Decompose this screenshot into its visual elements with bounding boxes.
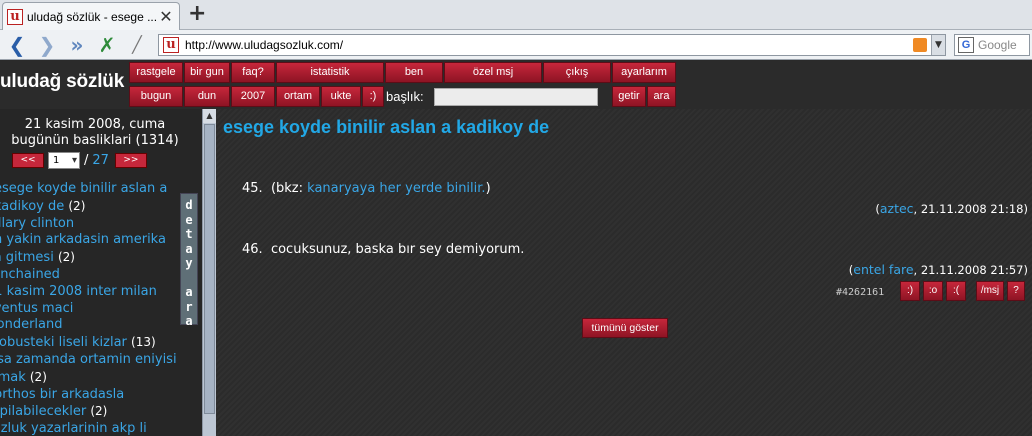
nav-ortam-button[interactable]: ortam (276, 86, 320, 107)
google-icon: G (958, 37, 974, 53)
new-tab-icon[interactable]: + (188, 3, 206, 25)
fast-forward-icon[interactable]: » (66, 34, 88, 56)
bkz-link[interactable]: kanaryaya her yerde binilir. (307, 181, 485, 196)
todays-topics-count: bugünün basliklari (1314) (11, 133, 179, 148)
author-link[interactable]: aztec (880, 201, 914, 216)
entry-46-meta: (entel fare, 21.11.2008 21:57) (848, 262, 1028, 277)
detay-ara-tab[interactable]: d e t a y a r a (180, 193, 198, 328)
topic-list: esege koyde binilir aslan a kadikoy de (… (0, 181, 178, 436)
entry-id[interactable]: #4262161 (836, 287, 884, 298)
address-bar[interactable]: u http://www.uludagsozluk.com/ ▼ (158, 34, 946, 56)
browser-tab[interactable]: u uludağ sözlük - esege ... ✕ (2, 2, 180, 30)
browser-tabbar: u uludağ sözlük - esege ... ✕ + (0, 0, 1032, 30)
scroll-up-icon[interactable]: ▲ (203, 109, 216, 123)
topic-item[interactable]: kisa zamanda ortamin eniyisi (0, 352, 178, 369)
topic-item[interactable]: juventus maci (0, 301, 178, 318)
show-all-button[interactable]: tümünü göster (582, 318, 668, 338)
scroll-thumb[interactable] (204, 124, 215, 414)
baslik-label: başlık: (386, 89, 424, 104)
ara-button[interactable]: ara (647, 86, 676, 107)
nav-dun-button[interactable]: dun (184, 86, 230, 107)
site-favicon-icon: u (163, 37, 179, 53)
nav-rastgele-button[interactable]: rastgele (129, 62, 183, 83)
nav-2007-button[interactable]: 2007 (231, 86, 275, 107)
stop-reload-icon[interactable]: ✗ (96, 34, 118, 56)
nav-ayarlarim-button[interactable]: ayarlarım (612, 62, 676, 83)
baslik-input[interactable] (434, 88, 598, 106)
page-title[interactable]: esege koyde binilir aslan a kadikoy de (223, 117, 549, 138)
nav-faq-button[interactable]: faq? (231, 62, 275, 83)
forward-icon[interactable]: ❯ (36, 34, 58, 56)
pager: << 1 / 27 >> (12, 151, 147, 169)
nav-smiley-button[interactable]: :) (362, 86, 384, 107)
nav-istatistik-button[interactable]: istatistik (276, 62, 384, 83)
topic-item[interactable]: en yakin arkadasin amerika (0, 232, 178, 249)
site-header: uludağ sözlük rastgele bir gun faq? ista… (0, 61, 1032, 109)
entry-45: 45. (bkz: kanaryaya her yerde binilir.) (242, 181, 491, 196)
date-line: 21 kasim 2008, cuma (24, 117, 166, 132)
search-bar[interactable]: G Google (954, 34, 1030, 56)
nav-ozel-msj-button[interactable]: özel msj (444, 62, 542, 83)
nav-ukte-button[interactable]: ukte (321, 86, 361, 107)
nav-ben-button[interactable]: ben (385, 62, 443, 83)
left-panel: 21 kasim 2008, cuma bugünün basliklari (… (0, 109, 202, 436)
pager-separator: / (84, 152, 89, 168)
close-tab-icon[interactable]: ✕ (157, 7, 175, 26)
vote-smile-button[interactable]: :) (900, 281, 920, 301)
topic-item[interactable]: kadikoy de (2) (0, 198, 178, 216)
message-button[interactable]: /msj (976, 281, 1004, 301)
rss-feed-icon[interactable] (913, 38, 927, 52)
chevron-down-icon[interactable]: ▼ (931, 35, 945, 55)
topic-item[interactable]: yapilabilecekler (2) (0, 403, 178, 421)
nav-bir-gun-button[interactable]: bir gun (184, 62, 230, 83)
vote-sad-button[interactable]: :( (946, 281, 966, 301)
topic-item[interactable]: hillary clinton (0, 216, 178, 233)
date-header: 21 kasim 2008, cuma bugünün basliklari (… (0, 117, 190, 149)
address-input[interactable]: http://www.uludagsozluk.com/ (185, 38, 913, 52)
back-icon[interactable]: ❮ (6, 34, 28, 56)
nav-bugun-button[interactable]: bugun (129, 86, 183, 107)
help-button[interactable]: ? (1007, 281, 1025, 301)
main-content: esege koyde binilir aslan a kadikoy de 4… (216, 109, 1032, 436)
prev-page-button[interactable]: << (12, 152, 44, 168)
entry-46: 46. cocuksunuz, baska bır sey demiyorum. (242, 242, 525, 257)
vote-wow-button[interactable]: :o (923, 281, 943, 301)
topic-item[interactable]: porthos bir arkadasla (0, 387, 178, 404)
site-favicon-icon: u (7, 8, 23, 25)
search-input[interactable]: Google (978, 38, 1017, 52)
page-select[interactable]: 1 (48, 151, 80, 169)
topic-item[interactable]: otobusteki liseli kizlar (13) (0, 334, 178, 352)
left-panel-scrollbar[interactable]: ▲ (202, 109, 216, 436)
topic-item[interactable]: wonderland (0, 317, 178, 334)
edit-pencil-icon[interactable]: ╱ (126, 34, 148, 56)
site-logo[interactable]: uludağ sözlük (0, 71, 124, 93)
getir-button[interactable]: getir (612, 86, 646, 107)
page-total-link[interactable]: 27 (92, 153, 109, 168)
topic-item[interactable]: sözluk yazarlarinin akp li (0, 421, 178, 436)
topic-item[interactable]: olmak (2) (0, 369, 178, 387)
topic-item[interactable]: unchained (0, 267, 178, 284)
next-page-button[interactable]: >> (114, 152, 147, 168)
entry-45-meta: (aztec, 21.11.2008 21:18) (875, 201, 1028, 216)
tab-title: uludağ sözlük - esege ... (27, 9, 157, 24)
topic-item[interactable]: esege koyde binilir aslan a (0, 181, 178, 198)
author-link[interactable]: entel fare (853, 262, 913, 277)
nav-cikis-button[interactable]: çıkış (543, 62, 611, 83)
browser-navbar: ❮ ❯ » ✗ ╱ u http://www.uludagsozluk.com/… (0, 30, 1032, 60)
topic-item[interactable]: 21 kasim 2008 inter milan (0, 284, 178, 301)
topic-item[interactable]: ya gitmesi (2) (0, 249, 178, 267)
